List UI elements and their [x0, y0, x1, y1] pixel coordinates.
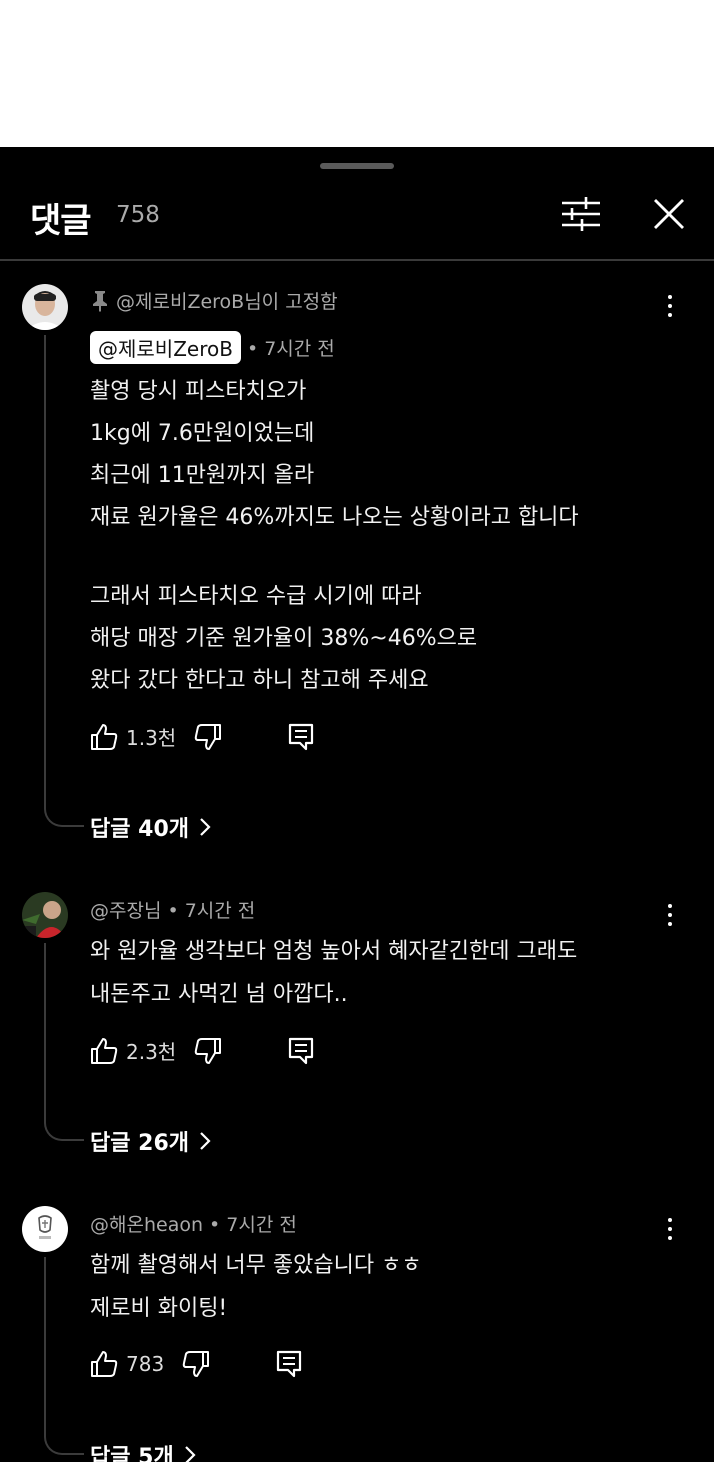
comments-sheet: 댓글 758 @제로비ZeroB님이 고정함 @제로비ZeroB • 7시간 전…	[0, 147, 714, 1462]
comments-count: 758	[116, 202, 160, 228]
chevron-right-icon	[200, 1132, 211, 1150]
comment-actions: 783	[90, 1350, 302, 1378]
comment-actions: 2.3천	[90, 1036, 314, 1065]
comment-time: • 7시간 전	[167, 900, 256, 922]
like-count: 783	[126, 1352, 165, 1376]
reply-button[interactable]	[276, 1350, 302, 1378]
more-vert-icon	[668, 904, 672, 908]
avatar[interactable]	[22, 892, 68, 938]
thread-line	[44, 1257, 84, 1455]
comment-actions: 1.3천	[90, 722, 314, 751]
thumbs-up-icon	[91, 723, 118, 750]
reply-comment-icon	[277, 1350, 302, 1378]
dislike-button[interactable]	[182, 1350, 210, 1378]
view-replies-link[interactable]: 답글 40개	[90, 811, 211, 843]
comment-text-line: 와 원가율 생각보다 엄청 높아서 혜자같긴한데 그래도	[90, 939, 578, 964]
comment-text-line: 재료 원가율은 46%까지도 나오는 상황이라고 합니다	[90, 505, 579, 530]
sort-filter-button[interactable]	[560, 195, 602, 233]
replies-count: 답글 26개	[90, 1131, 189, 1156]
like-count: 1.3천	[126, 726, 177, 750]
like-button[interactable]: 1.3천	[90, 722, 176, 751]
comment-text-line: 해당 매장 기준 원가율이 38%~46%으로	[90, 626, 478, 651]
avatar[interactable]	[22, 1206, 68, 1252]
chevron-right-icon	[184, 1446, 196, 1462]
dislike-button[interactable]	[194, 723, 222, 751]
sort-filter-icon	[562, 197, 600, 231]
close-icon	[654, 199, 684, 229]
like-button[interactable]: 2.3천	[90, 1036, 176, 1065]
author-name[interactable]: @제로비ZeroB	[90, 331, 241, 364]
thumbs-down-icon	[182, 1351, 210, 1377]
thumbs-up-icon	[91, 1351, 118, 1377]
view-replies-link[interactable]: 답글 5개	[90, 1439, 196, 1462]
reply-button[interactable]	[288, 723, 314, 751]
replies-count: 답글 5개	[90, 1445, 174, 1462]
more-vert-icon	[668, 1218, 672, 1222]
chevron-right-icon	[200, 818, 211, 836]
dislike-button[interactable]	[194, 1037, 222, 1065]
drag-handle[interactable]	[320, 163, 394, 169]
thread-line	[44, 335, 84, 827]
comment-meta: @해온heaon • 7시간 전	[90, 1210, 297, 1237]
comment-more-button[interactable]	[664, 1218, 676, 1244]
like-count: 2.3천	[126, 1040, 177, 1064]
close-button[interactable]	[652, 197, 686, 231]
comment-time: • 7시간 전	[246, 338, 335, 360]
comment-text-line: 최근에 11만원까지 올라	[90, 463, 315, 488]
like-button[interactable]: 783	[90, 1350, 164, 1378]
view-replies-link[interactable]: 답글 26개	[90, 1125, 211, 1157]
comment-more-button[interactable]	[664, 295, 676, 321]
comment-text-line: 제로비 화이팅!	[90, 1296, 228, 1321]
replies-count: 답글 40개	[90, 817, 189, 842]
comment-meta: @주장님 • 7시간 전	[90, 896, 255, 923]
status-area-blank	[0, 0, 714, 147]
comment-text-line: 내돈주고 사먹긴 넘 아깝다..	[90, 982, 348, 1007]
header-divider	[0, 259, 714, 261]
comment-more-button[interactable]	[664, 904, 676, 930]
avatar[interactable]	[22, 284, 68, 330]
comment-text-line: 그래서 피스타치오 수급 시기에 따라	[90, 584, 422, 609]
thumbs-up-icon	[91, 1037, 118, 1064]
comments-title: 댓글	[30, 201, 92, 241]
thumbs-down-icon	[194, 1037, 222, 1064]
thumbs-down-icon	[194, 723, 222, 750]
comment-text-line: 왔다 갔다 한다고 하니 참고해 주세요	[90, 668, 429, 693]
reply-comment-icon	[289, 1037, 314, 1064]
comment-text-line: 촬영 당시 피스타치오가	[90, 379, 307, 404]
comment-text-line: 1kg에 7.6만원이었는데	[90, 421, 315, 446]
reply-button[interactable]	[288, 1037, 314, 1065]
thread-line	[44, 943, 84, 1141]
reply-comment-icon	[289, 723, 314, 750]
comment-meta: @제로비ZeroB • 7시간 전	[90, 331, 335, 364]
author-name[interactable]: @해온heaon	[90, 1210, 203, 1237]
more-vert-icon	[668, 295, 672, 299]
pinned-label: @제로비ZeroB님이 고정함	[116, 291, 338, 313]
pin-icon	[93, 290, 107, 312]
author-name[interactable]: @주장님	[90, 896, 161, 923]
comment-text-line: 함께 촬영해서 너무 좋았습니다 ㅎㅎ	[90, 1253, 422, 1278]
pinned-indicator: @제로비ZeroB님이 고정함	[92, 287, 338, 314]
comment-time: • 7시간 전	[209, 1214, 297, 1236]
